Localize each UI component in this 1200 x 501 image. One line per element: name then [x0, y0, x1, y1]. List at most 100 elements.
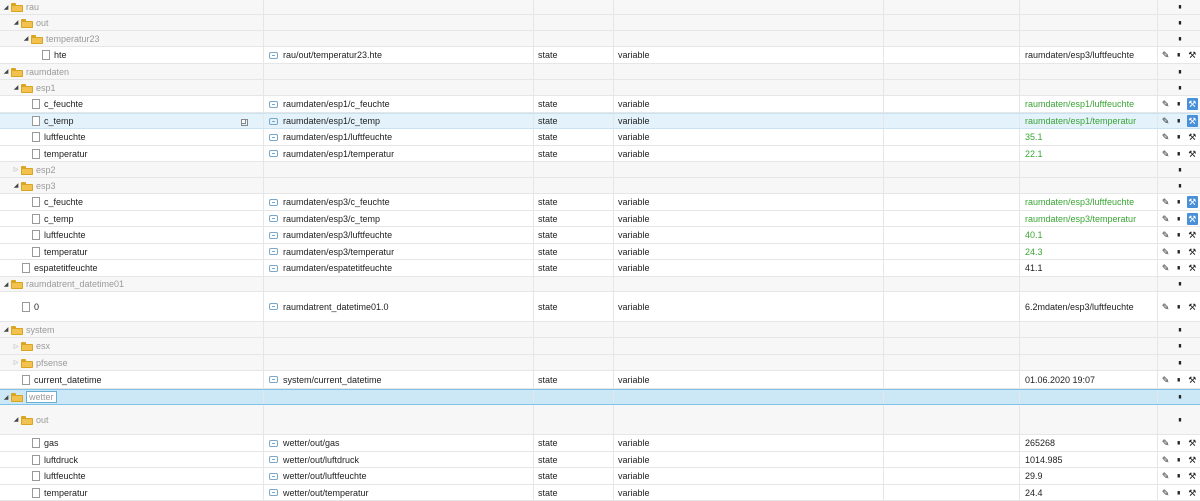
- trash-icon[interactable]: ■: [1176, 487, 1183, 498]
- item-name[interactable]: wetter: [26, 391, 57, 403]
- wrench-icon[interactable]: ⚒: [1186, 115, 1198, 127]
- collapse-icon[interactable]: ◢: [2, 68, 10, 75]
- state-row[interactable]: current_datetime system/current_datetime s…: [0, 371, 1200, 389]
- collapse-icon[interactable]: ◢: [12, 416, 20, 423]
- wrench-icon[interactable]: ⚒: [1187, 437, 1198, 449]
- value-cell[interactable]: raumdaten/esp1/temperatur: [1020, 114, 1158, 128]
- wrench-icon[interactable]: ⚒: [1187, 229, 1198, 241]
- value-cell[interactable]: 41.1: [1020, 260, 1158, 276]
- trash-icon[interactable]: ■: [1176, 50, 1183, 61]
- trash-icon[interactable]: ■: [1176, 230, 1183, 241]
- trash-icon[interactable]: ■: [1176, 82, 1183, 93]
- trash-icon[interactable]: ■: [1176, 341, 1183, 352]
- folder-row[interactable]: ◢ esp1 ■: [0, 80, 1200, 96]
- folder-row[interactable]: ◢ raumdaten ■: [0, 64, 1200, 80]
- state-row[interactable]: luftdruck wetter/out/luftdruck state variab…: [0, 452, 1200, 468]
- value-cell[interactable]: raumdaten/esp3/temperatur: [1020, 211, 1158, 226]
- pencil-icon[interactable]: ✎: [1160, 454, 1171, 466]
- trash-icon[interactable]: ■: [1176, 263, 1183, 274]
- value-cell[interactable]: 01.06.2020 19:07: [1020, 371, 1158, 388]
- trash-icon[interactable]: ■: [1176, 357, 1183, 368]
- trash-icon[interactable]: ■: [1176, 99, 1183, 110]
- folder-row[interactable]: ◢ rau ■: [0, 0, 1200, 15]
- pencil-icon[interactable]: ✎: [1160, 148, 1171, 160]
- wrench-icon[interactable]: ⚒: [1187, 131, 1198, 143]
- folder-row[interactable]: ▷ pfsense ■: [0, 355, 1200, 371]
- folder-row[interactable]: ◢ raumdatrent_datetime01 ■: [0, 277, 1200, 292]
- object-id-icon[interactable]: [269, 133, 278, 141]
- collapse-icon[interactable]: ◢: [2, 326, 10, 333]
- expand-icon[interactable]: ▷: [12, 359, 20, 366]
- wrench-icon[interactable]: ⚒: [1186, 212, 1198, 225]
- state-row[interactable]: luftfeuchte raumdaten/esp3/luftfeuchte sta…: [0, 227, 1200, 244]
- folder-row[interactable]: ◢ wetter ■: [0, 389, 1200, 405]
- pencil-icon[interactable]: ✎: [1160, 487, 1171, 499]
- wrench-icon[interactable]: ⚒: [1187, 487, 1198, 499]
- trash-icon[interactable]: ■: [1176, 279, 1183, 290]
- object-id-icon[interactable]: [269, 489, 278, 496]
- trash-icon[interactable]: ■: [1176, 180, 1183, 191]
- collapse-icon[interactable]: ◢: [2, 4, 10, 11]
- pencil-icon[interactable]: ✎: [1160, 196, 1171, 208]
- pencil-icon[interactable]: ✎: [1160, 374, 1171, 386]
- trash-icon[interactable]: ■: [1176, 213, 1183, 224]
- value-cell[interactable]: 24.4: [1020, 485, 1158, 500]
- pencil-icon[interactable]: ✎: [1160, 49, 1171, 61]
- value-cell[interactable]: 35.1: [1020, 129, 1158, 145]
- wrench-icon[interactable]: ⚒: [1187, 148, 1198, 160]
- state-row[interactable]: temperatur raumdaten/esp1/temperatur state…: [0, 146, 1200, 162]
- folder-row[interactable]: ◢ out ■: [0, 405, 1200, 435]
- object-id-icon[interactable]: [269, 51, 278, 59]
- trash-icon[interactable]: ■: [1176, 454, 1183, 465]
- pencil-icon[interactable]: ✎: [1160, 131, 1171, 143]
- collapse-icon[interactable]: ◢: [22, 35, 30, 42]
- collapse-icon[interactable]: ◢: [2, 394, 10, 401]
- state-row[interactable]: luftfeuchte raumdaten/esp1/luftfeuchte sta…: [0, 129, 1200, 146]
- value-cell[interactable]: 40.1: [1020, 227, 1158, 243]
- wrench-icon[interactable]: ⚒: [1187, 301, 1198, 313]
- trash-icon[interactable]: ■: [1176, 2, 1183, 13]
- collapse-icon[interactable]: ◢: [12, 182, 20, 189]
- state-row[interactable]: 0 raumdatrent_datetime01.0 state variable 6.…: [0, 292, 1200, 322]
- object-id-icon[interactable]: [269, 472, 278, 480]
- wrench-icon[interactable]: ⚒: [1187, 262, 1198, 274]
- trash-icon[interactable]: ■: [1176, 414, 1183, 425]
- object-id-icon[interactable]: [269, 439, 278, 447]
- state-row[interactable]: hte rau/out/temperatur23.hte state variable…: [0, 47, 1200, 64]
- pencil-icon[interactable]: ✎: [1160, 437, 1171, 449]
- trash-icon[interactable]: ■: [1176, 471, 1183, 482]
- value-cell[interactable]: 265268: [1020, 435, 1158, 451]
- folder-row[interactable]: ◢ system ■: [0, 322, 1200, 338]
- pencil-icon[interactable]: ✎: [1160, 301, 1171, 313]
- trash-icon[interactable]: ■: [1176, 132, 1183, 143]
- wrench-icon[interactable]: ⚒: [1186, 98, 1198, 110]
- trash-icon[interactable]: ■: [1176, 392, 1183, 403]
- trash-icon[interactable]: ■: [1176, 17, 1183, 28]
- object-id-icon[interactable]: [269, 303, 278, 310]
- collapse-icon[interactable]: ◢: [12, 19, 20, 26]
- pencil-icon[interactable]: ✎: [1160, 213, 1171, 225]
- value-cell[interactable]: 1014.985: [1020, 452, 1158, 467]
- object-id-icon[interactable]: [269, 100, 278, 108]
- value-cell[interactable]: 29.9: [1020, 468, 1158, 484]
- pencil-icon[interactable]: ✎: [1160, 262, 1171, 274]
- trash-icon[interactable]: ■: [1176, 164, 1183, 175]
- wrench-icon[interactable]: ⚒: [1187, 246, 1198, 258]
- object-id-icon[interactable]: [269, 198, 278, 206]
- state-row[interactable]: c_feuchte raumdaten/esp3/c_feuchte state va…: [0, 194, 1200, 211]
- trash-icon[interactable]: ■: [1176, 197, 1183, 208]
- pencil-icon[interactable]: ✎: [1160, 246, 1171, 258]
- wrench-icon[interactable]: ⚒: [1187, 374, 1198, 386]
- trash-icon[interactable]: ■: [1176, 66, 1183, 77]
- pencil-icon[interactable]: ✎: [1160, 470, 1171, 482]
- value-cell[interactable]: raumdaten/esp3/luftfeuchte: [1020, 47, 1158, 63]
- trash-icon[interactable]: ■: [1176, 438, 1183, 449]
- wrench-icon[interactable]: ⚒: [1187, 454, 1198, 466]
- pencil-icon[interactable]: ✎: [1160, 98, 1171, 110]
- folder-row[interactable]: ◢ temperatur23 ■: [0, 31, 1200, 47]
- object-id-icon[interactable]: [269, 117, 278, 125]
- folder-row[interactable]: ◢ esp3 ■: [0, 178, 1200, 194]
- state-row[interactable]: temperatur wetter/out/temperatur state vari…: [0, 485, 1200, 501]
- state-row[interactable]: c_temp raumdaten/esp3/c_temp state variable…: [0, 211, 1200, 227]
- state-row[interactable]: c_temp raumdaten/esp1/c_temp state variable…: [0, 113, 1200, 129]
